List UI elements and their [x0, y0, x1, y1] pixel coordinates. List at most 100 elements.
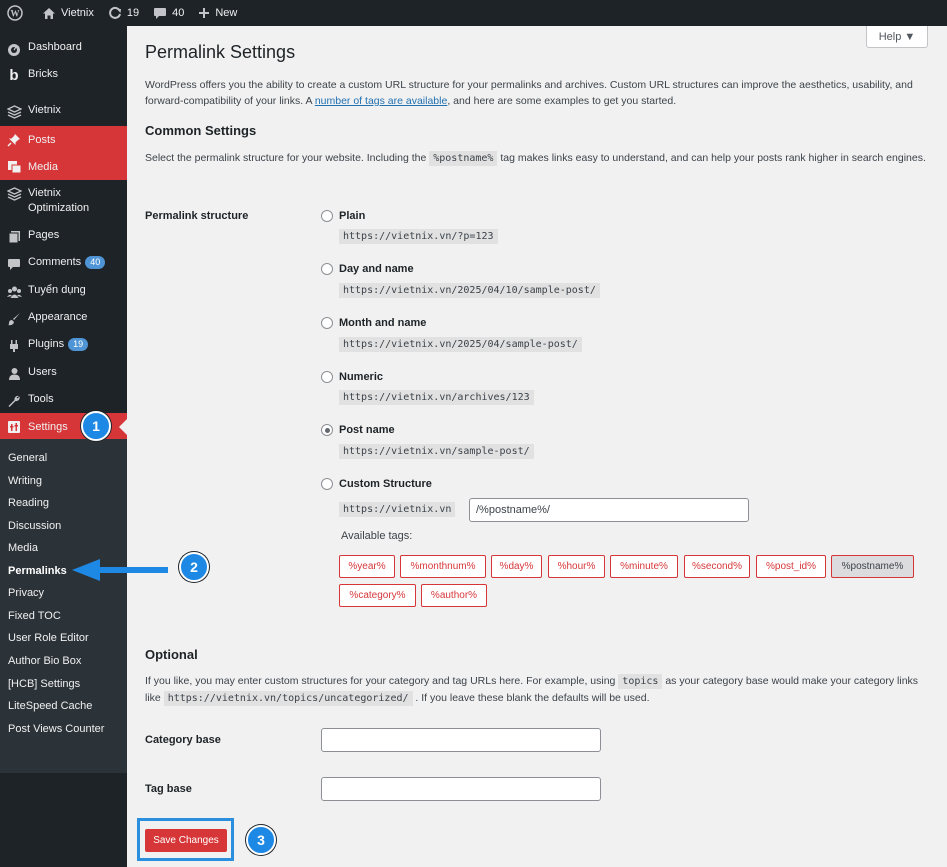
annotation-arrow	[72, 559, 168, 581]
submenu-general[interactable]: General	[8, 452, 47, 464]
menu-posts[interactable]: Posts	[0, 126, 127, 153]
submenu-reading[interactable]: Reading	[8, 497, 49, 509]
submenu-permalinks[interactable]: Permalinks	[8, 565, 67, 577]
option-post-name-example: https://vietnix.vn/sample-post/	[339, 444, 534, 459]
wp-logo-button[interactable]: W	[0, 0, 35, 26]
radio-day-and-name[interactable]	[321, 263, 333, 275]
radio-custom-structure[interactable]	[321, 478, 333, 490]
submenu-privacy[interactable]: Privacy	[8, 587, 44, 599]
menu-vietnix-label: Vietnix	[28, 104, 61, 116]
comment-icon	[6, 256, 22, 272]
optional-desc-part-3: . If you leave these blank the defaults …	[412, 692, 650, 704]
menu-pages[interactable]: Pages	[0, 229, 127, 245]
option-numeric-example: https://vietnix.vn/archives/123	[339, 390, 534, 405]
category-base-input[interactable]	[321, 728, 601, 752]
topics-code: topics	[618, 674, 663, 689]
updates-count: 19	[126, 7, 140, 19]
tag-minute-button[interactable]: %minute%	[610, 555, 678, 578]
help-button[interactable]: Help ▼	[866, 26, 928, 48]
submenu-user-role-editor[interactable]: User Role Editor	[8, 632, 89, 644]
brush-icon	[6, 311, 22, 327]
menu-tuyen-dung-label: Tuyển dụng	[28, 284, 86, 296]
tag-category-button[interactable]: %category%	[339, 584, 416, 607]
option-day-and-name-example: https://vietnix.vn/2025/04/10/sample-pos…	[339, 283, 600, 298]
submenu-writing[interactable]: Writing	[8, 475, 42, 487]
menu-posts-label: Posts	[28, 133, 56, 146]
plugins-badge: 19	[68, 338, 89, 351]
site-name-link[interactable]: Vietnix	[35, 0, 101, 26]
menu-pages-label: Pages	[28, 229, 60, 241]
settings-submenu: General Writing Reading Discussion Media…	[0, 439, 127, 773]
save-changes-button[interactable]: Save Changes	[145, 829, 227, 852]
intro-text-end: , and here are some examples to get you …	[447, 95, 677, 107]
common-desc-end: tag makes links easy to understand, and …	[497, 152, 926, 164]
option-plain-example: https://vietnix.vn/?p=123	[339, 229, 498, 244]
radio-plain[interactable]	[321, 210, 333, 222]
tag-author-button[interactable]: %author%	[421, 584, 487, 607]
menu-comments[interactable]: Comments 40	[0, 256, 127, 272]
menu-media-label: Media	[28, 160, 58, 173]
admin-sidebar: Dashboard b Bricks Vietnix Posts Media V…	[0, 26, 127, 867]
tag-monthnum-button[interactable]: %monthnum%	[400, 555, 486, 578]
menu-users[interactable]: Users	[0, 366, 127, 382]
tag-postname-button[interactable]: %postname%	[831, 555, 914, 578]
new-content-link[interactable]: New	[191, 0, 244, 26]
media-icon	[6, 159, 22, 175]
main-content: Help ▼ Permalink Settings WordPress offe…	[127, 26, 947, 867]
postname-code: %postname%	[429, 151, 498, 166]
submenu-hcb-settings[interactable]: [HCB] Settings	[8, 678, 80, 690]
submenu-author-bio-box[interactable]: Author Bio Box	[8, 655, 81, 667]
common-desc-start: Select the permalink structure for your …	[145, 152, 430, 164]
user-icon	[6, 366, 22, 382]
new-label: New	[215, 7, 238, 19]
tag-year-button[interactable]: %year%	[339, 555, 395, 578]
tag-post-id-button[interactable]: %post_id%	[756, 555, 826, 578]
refresh-icon	[108, 6, 121, 19]
tag-base-input[interactable]	[321, 777, 601, 801]
option-day-and-name-label: Day and name	[339, 263, 414, 275]
pin-icon	[6, 132, 22, 148]
comments-count: 40	[172, 7, 185, 19]
intro-text: WordPress offers you the ability to crea…	[145, 77, 935, 109]
menu-vietnix-optimization[interactable]: Vietnix Optimization	[0, 186, 127, 216]
menu-vietnix[interactable]: Vietnix	[0, 104, 127, 120]
help-label: Help ▼	[878, 30, 916, 43]
plugin-icon	[6, 338, 22, 354]
tag-day-button[interactable]: %day%	[491, 555, 542, 578]
submenu-post-views-counter[interactable]: Post Views Counter	[8, 723, 104, 735]
radio-numeric[interactable]	[321, 371, 333, 383]
menu-tuyen-dung[interactable]: Tuyển dụng	[0, 284, 127, 300]
menu-tools-label: Tools	[28, 393, 54, 405]
common-settings-desc: Select the permalink structure for your …	[145, 150, 935, 167]
people-icon	[6, 284, 22, 300]
site-name: Vietnix	[61, 7, 94, 19]
available-tags-label: Available tags:	[341, 530, 413, 542]
comment-icon	[154, 7, 167, 19]
option-month-and-name-label: Month and name	[339, 317, 427, 329]
radio-post-name[interactable]	[321, 424, 333, 436]
comments-link[interactable]: 40	[146, 0, 191, 26]
tags-link[interactable]: number of tags are available	[315, 95, 448, 107]
page-title: Permalink Settings	[145, 42, 296, 62]
updates-link[interactable]: 19	[101, 0, 146, 26]
plus-icon	[199, 8, 210, 18]
submenu-litespeed-cache[interactable]: LiteSpeed Cache	[8, 700, 92, 712]
menu-appearance[interactable]: Appearance	[0, 311, 127, 327]
custom-structure-input[interactable]	[469, 498, 749, 522]
submenu-discussion[interactable]: Discussion	[8, 520, 61, 532]
menu-bricks[interactable]: b Bricks	[0, 68, 127, 84]
common-settings-heading: Common Settings	[145, 123, 257, 138]
menu-plugins[interactable]: Plugins 19	[0, 338, 127, 354]
bricks-icon: b	[9, 67, 19, 84]
menu-media[interactable]: Media	[0, 153, 127, 180]
menu-dashboard[interactable]: Dashboard	[0, 41, 127, 57]
submenu-fixed-toc[interactable]: Fixed TOC	[8, 610, 61, 622]
menu-tools[interactable]: Tools	[0, 393, 127, 409]
step-marker-2: 2	[179, 552, 209, 582]
tag-second-button[interactable]: %second%	[684, 555, 750, 578]
radio-month-and-name[interactable]	[321, 317, 333, 329]
wordpress-icon: W	[7, 5, 23, 21]
submenu-media[interactable]: Media	[8, 542, 38, 554]
option-numeric-label: Numeric	[339, 371, 384, 383]
tag-hour-button[interactable]: %hour%	[548, 555, 605, 578]
